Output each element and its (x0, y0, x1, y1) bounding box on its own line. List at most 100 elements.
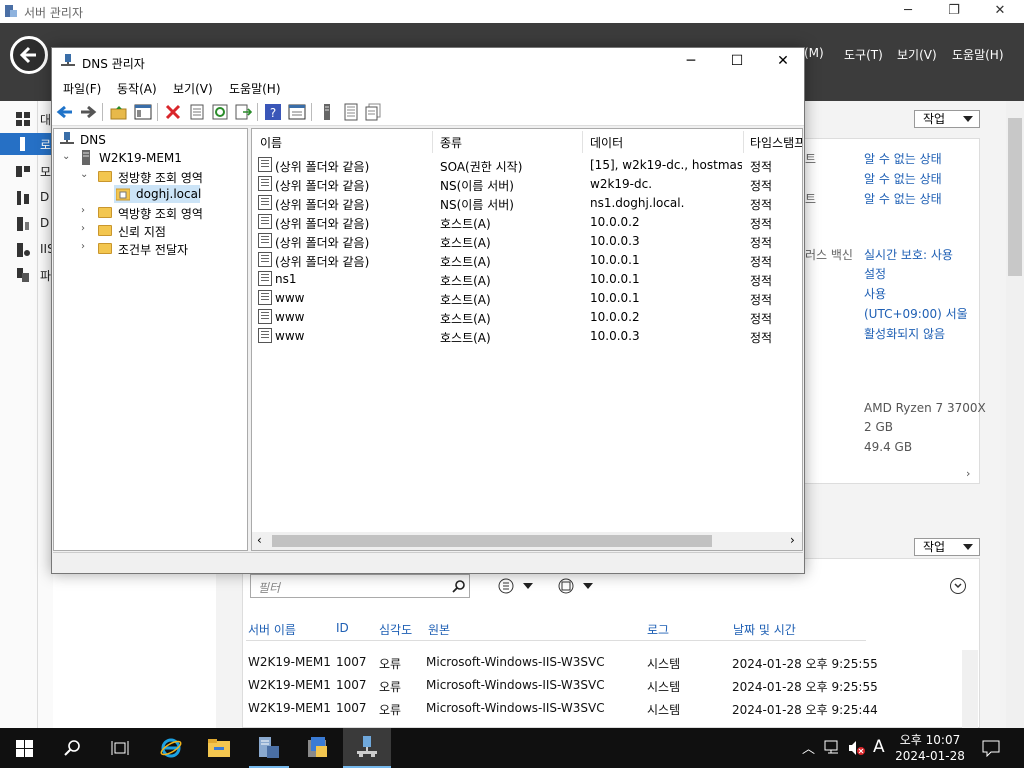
record-row[interactable]: www 호스트(A) 10.0.0.3 정적 (256, 327, 802, 345)
sm-menu-tools[interactable]: 도구(T) (844, 46, 883, 63)
event-col-server[interactable]: 서버 이름 (248, 621, 296, 638)
tree-node-conditional-forwarders[interactable]: › 조건부 전달자 (78, 239, 243, 257)
dns-menu-file[interactable]: 파일(F) (63, 80, 101, 97)
sm-menu-help[interactable]: 도움말(H) (952, 46, 1004, 63)
event-col-source[interactable]: 원본 (428, 621, 450, 638)
dns-menu-action[interactable]: 동작(A) (117, 80, 157, 97)
up-folder-icon[interactable] (110, 103, 128, 121)
taskbar-ie[interactable] (147, 728, 195, 768)
sm-nav-file-services[interactable]: 파 (0, 264, 52, 286)
tree-node-forward-zones[interactable]: ⌄ 정방향 조회 영역 (78, 167, 243, 185)
taskbar-admin-tools[interactable] (294, 728, 342, 768)
records-scrollbar-thumb[interactable] (272, 535, 712, 547)
col-header-data[interactable]: 데이터 (590, 134, 623, 151)
dns-menu-view[interactable]: 보기(V) (173, 80, 213, 97)
sm-minimize-button[interactable]: ─ (885, 0, 931, 23)
column-divider[interactable] (432, 131, 433, 153)
delete-icon[interactable] (164, 103, 182, 121)
console-tree-icon[interactable] (288, 103, 306, 121)
dns-minimize-button[interactable]: ─ (668, 48, 714, 76)
tree-node-server[interactable]: ⌄ W2K19-MEM1 (60, 149, 240, 167)
chevron-right-icon[interactable]: › (966, 467, 970, 480)
sm-nav-dashboard[interactable]: 대 (0, 108, 52, 130)
sm-maximize-button[interactable]: ❐ (931, 0, 977, 23)
properties-icon[interactable] (188, 103, 206, 121)
sm-scrollbar-thumb[interactable] (1008, 118, 1022, 276)
prop-value-1[interactable]: 알 수 없는 상태 (864, 150, 942, 167)
column-divider[interactable] (743, 131, 744, 153)
dns-maximize-button[interactable]: ☐ (714, 48, 760, 76)
save-query-button[interactable] (556, 577, 598, 595)
sm-nav-local-server[interactable]: 로 (0, 133, 52, 155)
prop-value-timezone[interactable]: (UTC+09:00) 서울 (864, 305, 968, 322)
dns-menu-help[interactable]: 도움말(H) (229, 80, 281, 97)
event-col-id[interactable]: ID (336, 621, 349, 635)
properties-tasks-button[interactable]: 작업 (914, 110, 980, 128)
events-tasks-button[interactable]: 작업 (914, 538, 980, 556)
prop-value-settings[interactable]: 설정 (864, 265, 886, 282)
show-hide-tree-icon[interactable] (134, 103, 152, 121)
record-row[interactable]: www 호스트(A) 10.0.0.1 정적 (256, 289, 802, 307)
prop-value-antivirus[interactable]: 실시간 보호: 사용 (864, 246, 953, 263)
taskbar-dns-manager[interactable] (343, 728, 391, 768)
scroll-right-icon[interactable]: › (790, 533, 795, 547)
event-col-datetime[interactable]: 날짜 및 시간 (733, 621, 796, 638)
record-row[interactable]: (상위 폴더와 같음) SOA(권한 시작) [15], w2k19-dc., ho… (256, 156, 802, 174)
event-row[interactable]: W2K19-MEM1 1007 오류 Microsoft-Windows-IIS-W3… (0, 701, 960, 719)
sm-nav-dns[interactable]: D (0, 213, 52, 235)
sm-close-button[interactable]: ✕ (977, 0, 1023, 23)
tree-node-zone-doghj-local[interactable]: doghj.local (114, 185, 201, 203)
task-view-button[interactable] (96, 728, 144, 768)
filter-input[interactable]: 필터 (250, 574, 470, 598)
record-row[interactable]: (상위 폴더와 같음) 호스트(A) 10.0.0.3 정적 (256, 232, 802, 250)
event-row[interactable]: W2K19-MEM1 1007 오류 Microsoft-Windows-IIS-W3… (0, 655, 960, 673)
col-header-type[interactable]: 종류 (440, 134, 462, 151)
col-header-timestamp[interactable]: 타임스탬프 (750, 134, 802, 151)
record-row[interactable]: ns1 호스트(A) 10.0.0.1 정적 (256, 270, 802, 288)
event-row[interactable]: W2K19-MEM1 1007 오류 Microsoft-Windows-IIS-W3… (0, 678, 960, 696)
chevron-down-icon[interactable]: ⌄ (62, 151, 70, 162)
back-button[interactable] (10, 36, 48, 74)
search-button[interactable] (48, 728, 96, 768)
prop-value-3[interactable]: 알 수 없는 상태 (864, 190, 942, 207)
event-col-log[interactable]: 로그 (647, 621, 669, 638)
back-arrow-icon[interactable] (56, 103, 74, 121)
record-row[interactable]: www 호스트(A) 10.0.0.2 정적 (256, 308, 802, 326)
help-icon[interactable]: ? (264, 103, 282, 121)
prop-value-activation[interactable]: 활성화되지 않음 (864, 325, 945, 342)
record-row[interactable]: (상위 폴더와 같음) 호스트(A) 10.0.0.2 정적 (256, 213, 802, 231)
show-hidden-icons-button[interactable]: ︿ (802, 738, 815, 757)
prop-value-usage[interactable]: 사용 (864, 285, 886, 302)
column-divider[interactable] (582, 131, 583, 153)
export-list-icon[interactable] (234, 103, 252, 121)
refresh-icon[interactable] (211, 103, 229, 121)
server-icon[interactable] (318, 103, 336, 121)
network-icon[interactable] (824, 740, 842, 756)
record-row[interactable]: (상위 폴더와 같음) 호스트(A) 10.0.0.1 정적 (256, 251, 802, 269)
prop-value-2[interactable]: 알 수 없는 상태 (864, 170, 942, 187)
clock-time[interactable]: 오후 10:07 (890, 731, 970, 748)
multiple-records-icon[interactable] (364, 103, 382, 121)
expand-section-button[interactable] (950, 578, 966, 594)
input-method-indicator[interactable]: A (873, 737, 885, 757)
tree-node-reverse-zones[interactable]: › 역방향 조회 영역 (78, 203, 243, 221)
chevron-right-icon[interactable]: › (81, 223, 85, 234)
clock-date[interactable]: 2024-01-28 (890, 749, 970, 763)
record-row[interactable]: (상위 폴더와 같음) NS(이름 서버) w2k19-dc. 정적 (256, 175, 802, 193)
forward-arrow-icon[interactable] (79, 103, 97, 121)
event-col-severity[interactable]: 심각도 (379, 621, 412, 638)
chevron-down-icon[interactable]: ⌄ (80, 169, 88, 180)
taskbar-server-manager[interactable] (245, 728, 293, 768)
events-scrollbar[interactable] (962, 650, 978, 728)
col-header-name[interactable]: 이름 (260, 134, 282, 151)
volume-muted-icon[interactable] (848, 740, 866, 756)
tree-node-trust-points[interactable]: › 신뢰 지점 (78, 221, 243, 239)
sm-nav-ad[interactable]: D (0, 187, 52, 209)
sm-nav-all-servers[interactable]: 모 (0, 160, 52, 182)
chevron-right-icon[interactable]: › (81, 241, 85, 252)
dns-close-button[interactable]: ✕ (760, 48, 806, 76)
chevron-right-icon[interactable]: › (81, 205, 85, 216)
notification-center-icon[interactable] (982, 739, 1000, 757)
sm-menu-manage[interactable]: (M) (804, 46, 824, 60)
list-options-button[interactable] (496, 577, 538, 595)
